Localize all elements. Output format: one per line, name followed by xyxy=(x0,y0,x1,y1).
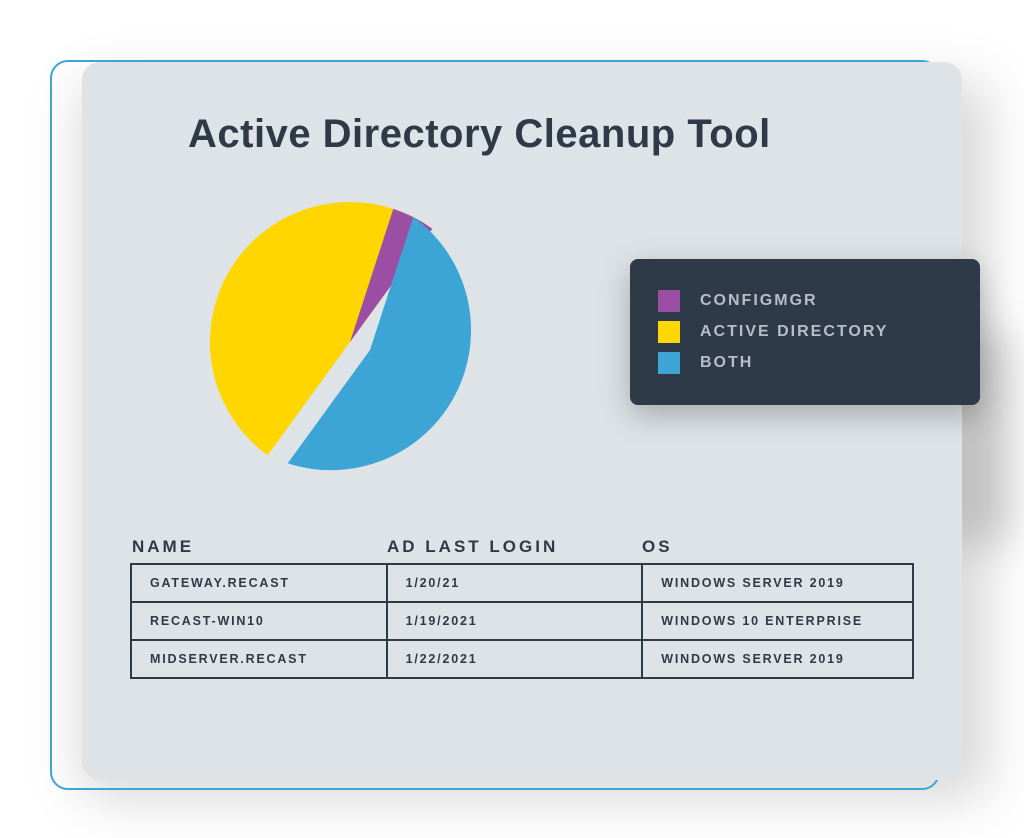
table-row: GATEWAY.RECAST 1/20/21 WINDOWS SERVER 20… xyxy=(131,564,913,602)
col-header-name: NAME xyxy=(132,537,387,557)
legend-label: BOTH xyxy=(700,354,753,372)
col-header-os: OS xyxy=(642,537,902,557)
cell-login: 1/22/2021 xyxy=(387,640,643,678)
legend-label: CONFIGMGR xyxy=(700,292,818,310)
legend-item-both: BOTH xyxy=(658,352,952,374)
legend-swatch xyxy=(658,290,680,312)
cell-os: WINDOWS 10 ENTERPRISE xyxy=(642,602,913,640)
legend-swatch xyxy=(658,321,680,343)
table-headers: NAME AD LAST LOGIN OS xyxy=(130,537,914,557)
legend-label: ACTIVE DIRECTORY xyxy=(700,323,888,341)
cell-login: 1/20/21 xyxy=(387,564,643,602)
table-row: RECAST-WIN10 1/19/2021 WINDOWS 10 ENTERP… xyxy=(131,602,913,640)
legend-swatch xyxy=(658,352,680,374)
legend-item-active-directory: ACTIVE DIRECTORY xyxy=(658,321,952,343)
cell-name: GATEWAY.RECAST xyxy=(131,564,387,602)
report-card: Active Directory Cleanup Tool CONFIGMGR xyxy=(82,62,962,780)
cell-name: MIDSERVER.RECAST xyxy=(131,640,387,678)
chart-row: CONFIGMGR ACTIVE DIRECTORY BOTH xyxy=(130,187,914,497)
pie-chart xyxy=(200,192,500,492)
cell-os: WINDOWS SERVER 2019 xyxy=(642,640,913,678)
page-title: Active Directory Cleanup Tool xyxy=(188,112,914,157)
table-section: NAME AD LAST LOGIN OS GATEWAY.RECAST 1/2… xyxy=(130,537,914,679)
table-row: MIDSERVER.RECAST 1/22/2021 WINDOWS SERVE… xyxy=(131,640,913,678)
legend-box: CONFIGMGR ACTIVE DIRECTORY BOTH xyxy=(630,259,980,405)
cell-name: RECAST-WIN10 xyxy=(131,602,387,640)
legend-item-configmgr: CONFIGMGR xyxy=(658,290,952,312)
col-header-login: AD LAST LOGIN xyxy=(387,537,642,557)
cell-login: 1/19/2021 xyxy=(387,602,643,640)
pie-svg xyxy=(200,192,500,492)
data-table: GATEWAY.RECAST 1/20/21 WINDOWS SERVER 20… xyxy=(130,563,914,679)
cell-os: WINDOWS SERVER 2019 xyxy=(642,564,913,602)
